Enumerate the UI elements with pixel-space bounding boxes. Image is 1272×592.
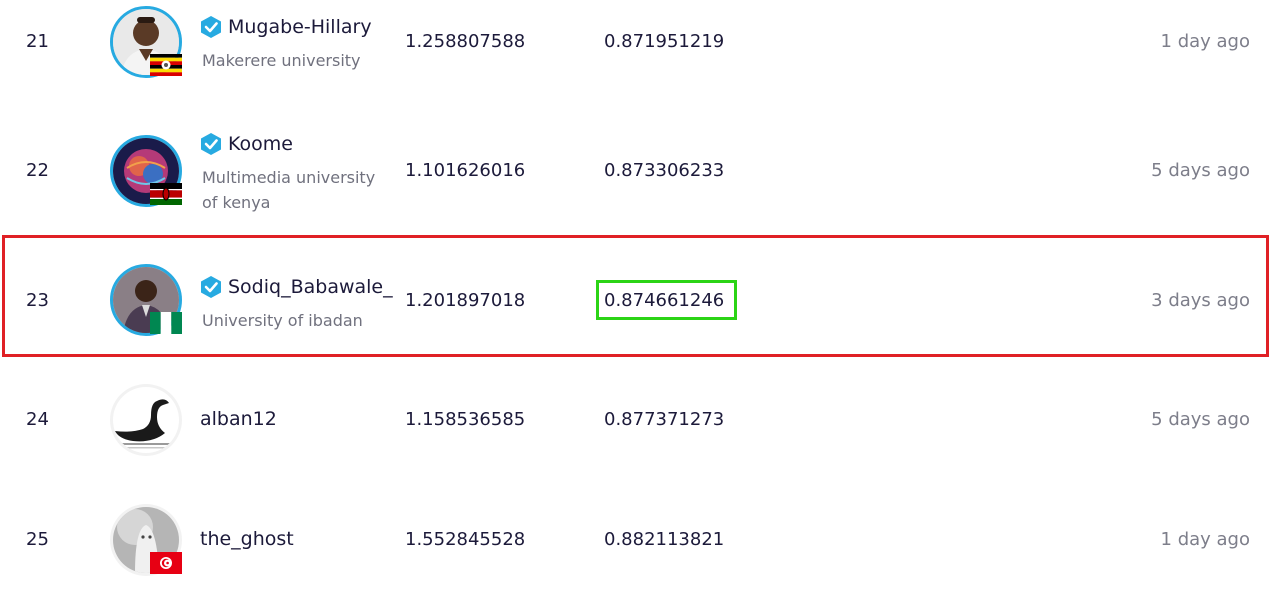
submission-time: 1 day ago xyxy=(1160,529,1250,550)
flag-nigeria-icon xyxy=(150,312,182,334)
rank-value: 24 xyxy=(26,409,49,430)
rank-value: 21 xyxy=(26,31,49,52)
avatar[interactable] xyxy=(110,384,182,456)
avatar[interactable] xyxy=(110,6,182,78)
score-secondary: 0.874661246 xyxy=(604,290,725,311)
user-name-label: Sodiq_Babawale_ xyxy=(228,276,393,298)
submission-time: 5 days ago xyxy=(1151,409,1250,430)
user-name-label: Koome xyxy=(228,133,293,155)
organization-label: University of ibadan xyxy=(202,311,363,330)
flag-kenya-icon xyxy=(150,183,182,205)
flag-uganda-icon xyxy=(150,54,182,76)
submission-time: 5 days ago xyxy=(1151,160,1250,181)
verified-badge-icon xyxy=(200,275,222,299)
user-name-label: Mugabe-Hillary xyxy=(228,16,372,38)
organization-label: Multimedia university of kenya xyxy=(202,168,376,212)
score-secondary: 0.871951219 xyxy=(604,31,725,52)
avatar[interactable] xyxy=(110,135,182,207)
submission-time: 1 day ago xyxy=(1160,31,1250,52)
rank-value: 22 xyxy=(26,160,49,181)
score-primary: 1.158536585 xyxy=(405,409,526,430)
organization-label: Makerere university xyxy=(202,51,361,70)
user-name[interactable]: the_ghost xyxy=(200,528,294,550)
verified-badge-icon xyxy=(200,15,222,39)
score-primary: 1.258807588 xyxy=(405,31,526,52)
table-row[interactable]: 23 Sodiq_Babawale_ University of ibadan … xyxy=(0,235,1272,357)
user-name[interactable]: Koome xyxy=(200,132,293,156)
rank-value: 25 xyxy=(26,529,49,550)
score-primary: 1.552845528 xyxy=(405,529,526,550)
verified-badge-icon xyxy=(200,132,222,156)
user-name[interactable]: Sodiq_Babawale_ xyxy=(200,275,393,299)
score-secondary: 0.882113821 xyxy=(604,529,725,550)
avatar[interactable] xyxy=(110,264,182,336)
score-secondary: 0.877371273 xyxy=(604,409,725,430)
score-secondary: 0.873306233 xyxy=(604,160,725,181)
rank-value: 23 xyxy=(26,290,49,311)
table-row[interactable]: 24 alban12 1.158536585 0.877371273 5 day… xyxy=(0,357,1272,482)
user-name[interactable]: Mugabe-Hillary xyxy=(200,15,372,39)
table-row[interactable]: 22 Koome Multimedia university of kenya … xyxy=(0,110,1272,235)
user-name-label: alban12 xyxy=(200,408,277,430)
user-name-label: the_ghost xyxy=(200,528,294,550)
table-row[interactable]: 25 the_ghost 1.552845528 0.882113821 1 d xyxy=(0,482,1272,592)
user-name[interactable]: alban12 xyxy=(200,408,277,430)
table-row[interactable]: 21 Mugabe-Hillary Makerere university 1.… xyxy=(0,0,1272,110)
avatar[interactable] xyxy=(110,504,182,576)
submission-time: 3 days ago xyxy=(1151,290,1250,311)
flag-tunisia-icon xyxy=(150,552,182,574)
score-primary: 1.201897018 xyxy=(405,290,526,311)
score-primary: 1.101626016 xyxy=(405,160,526,181)
